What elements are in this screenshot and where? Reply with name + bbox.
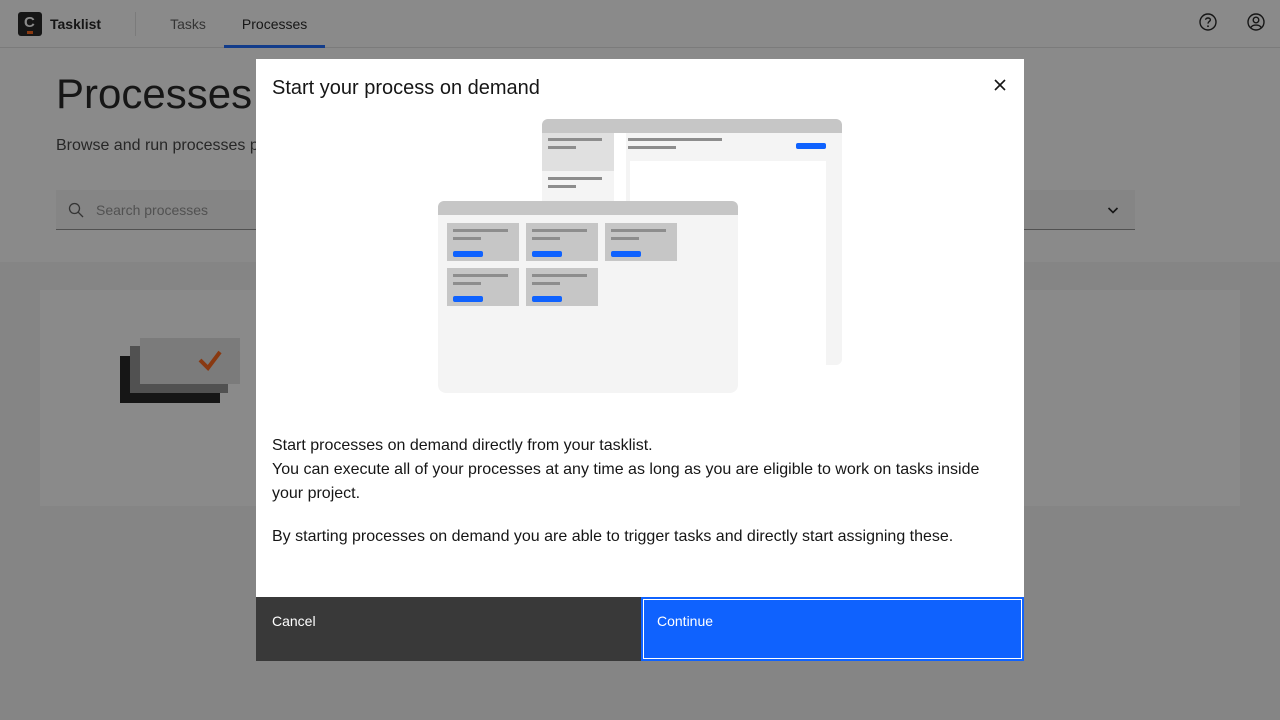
modal-body-line-2: You can execute all of your processes at… [272, 461, 980, 502]
continue-button[interactable]: Continue [641, 597, 1024, 661]
modal-title: Start your process on demand [272, 77, 540, 99]
modal-body-line-1: Start processes on demand directly from … [272, 437, 653, 454]
process-illustration [438, 119, 842, 393]
close-icon[interactable] [992, 77, 1008, 93]
modal-body: Start processes on demand directly from … [272, 434, 1012, 549]
modal-body-line-3: By starting processes on demand you are … [272, 528, 954, 545]
modal-footer: Cancel Continue [256, 597, 1024, 661]
start-process-modal: Start your process on demand Start proce… [256, 59, 1024, 661]
cancel-button[interactable]: Cancel [256, 597, 641, 661]
